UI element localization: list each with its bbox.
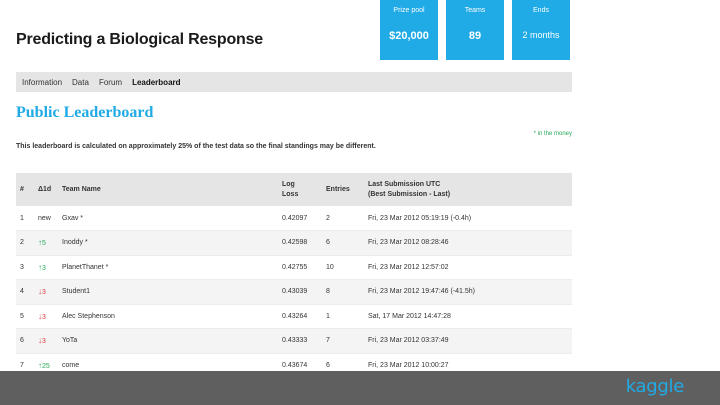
cell-log-loss: 0.42755	[278, 255, 322, 280]
col-log-loss-line1: Log	[282, 180, 295, 188]
cell-delta: ↓3	[34, 279, 58, 305]
table-row: 3 ↑3 PlanetThanet * 0.42755 10 Fri, 23 Mar 20…	[16, 255, 572, 280]
cell-delta: ↑3	[34, 255, 58, 280]
table-row: 1 new Gxav * 0.42097 2 Fri, 23 Mar 2012 05:19…	[16, 206, 572, 231]
delta-value: 3	[42, 289, 46, 297]
stat-label: Ends	[533, 7, 549, 14]
table-row: 6 ↓3 YoTa 0.43333 7 Fri, 23 Mar 2012 03:37:49	[16, 328, 572, 354]
stat-value: 2 months	[522, 30, 560, 40]
cell-team-name[interactable]: Gxav *	[58, 206, 278, 231]
stats-panel: Prize pool $20,000 Teams 89 Ends 2 month…	[380, 0, 570, 60]
cell-delta: ↓3	[34, 328, 58, 354]
col-team-name[interactable]: Team Name	[58, 173, 278, 206]
cell-rank: 5	[16, 304, 34, 329]
footer-bar: kaggle	[0, 371, 720, 405]
tab-data[interactable]: Data	[72, 78, 89, 87]
leaderboard-table: # Δ1d Team Name Log Loss Entries Last Su…	[16, 173, 572, 378]
cell-rank: 3	[16, 255, 34, 280]
delta-value: 3	[42, 338, 46, 346]
cell-last-submission: Fri, 23 Mar 2012 03:37:49	[364, 328, 572, 354]
cell-entries: 7	[322, 328, 364, 354]
cell-rank: 6	[16, 328, 34, 354]
tab-bar: Information Data Forum Leaderboard	[16, 72, 572, 92]
cell-entries: 2	[322, 206, 364, 231]
competition-title: Predicting a Biological Response	[16, 31, 263, 48]
table-row: 4 ↓3 Student1 0.43039 8 Fri, 23 Mar 2012 19:4…	[16, 279, 572, 305]
cell-last-submission: Fri, 23 Mar 2012 12:57:02	[364, 255, 572, 280]
delta-value: new	[38, 214, 51, 222]
stat-label: Prize pool	[393, 7, 425, 14]
cell-team-name[interactable]: Inoddy *	[58, 230, 278, 256]
table-header-row: # Δ1d Team Name Log Loss Entries Last Su…	[16, 173, 572, 206]
stat-ends: Ends 2 months	[512, 0, 570, 60]
cell-log-loss: 0.43039	[278, 279, 322, 305]
cell-rank: 1	[16, 206, 34, 231]
cell-entries: 8	[322, 279, 364, 305]
col-log-loss-line2: Loss	[282, 190, 299, 198]
table-row: 5 ↓3 Alec Stephenson 0.43264 1 Sat, 17 Mar 20…	[16, 304, 572, 329]
delta-value: 3	[42, 264, 46, 272]
col-delta[interactable]: Δ1d	[34, 173, 58, 206]
tab-forum[interactable]: Forum	[99, 78, 122, 87]
table-row: 2 ↑5 Inoddy * 0.42598 6 Fri, 23 Mar 2012 08:2…	[16, 230, 572, 256]
kaggle-logo[interactable]: kaggle	[626, 376, 685, 397]
cell-delta: ↓3	[34, 304, 58, 329]
cell-delta: ↑5	[34, 230, 58, 256]
stat-value: $20,000	[389, 30, 429, 42]
col-log-loss[interactable]: Log Loss	[278, 173, 322, 206]
col-last-submission-line1: Last Submission UTC	[368, 180, 441, 188]
cell-rank: 4	[16, 279, 34, 305]
delta-value: 5	[42, 240, 46, 248]
leaderboard-title: Public Leaderboard	[16, 104, 154, 121]
cell-entries: 6	[322, 230, 364, 256]
cell-log-loss: 0.42598	[278, 230, 322, 256]
stat-value: 89	[468, 30, 482, 42]
cell-last-submission: Sat, 17 Mar 2012 14:47:28	[364, 304, 572, 329]
stat-prize-pool: Prize pool $20,000	[380, 0, 438, 60]
cell-last-submission: Fri, 23 Mar 2012 08:28:46	[364, 230, 572, 256]
cell-log-loss: 0.43264	[278, 304, 322, 329]
tab-leaderboard[interactable]: Leaderboard	[132, 78, 180, 87]
in-the-money-note: * in the money	[533, 131, 572, 137]
leaderboard-notice: This leaderboard is calculated on approx…	[16, 143, 376, 150]
col-entries[interactable]: Entries	[322, 173, 364, 206]
col-last-submission-line2: (Best Submission - Last)	[368, 190, 451, 198]
stat-label: Teams	[464, 7, 486, 14]
cell-team-name[interactable]: Student1	[58, 279, 278, 305]
col-last-submission[interactable]: Last Submission UTC (Best Submission - L…	[364, 173, 572, 206]
delta-value: 3	[42, 313, 46, 321]
cell-delta: new	[34, 206, 58, 231]
delta-value: 25	[42, 362, 50, 370]
cell-last-submission: Fri, 23 Mar 2012 19:47:46 (-41.5h)	[364, 279, 572, 305]
tab-information[interactable]: Information	[22, 78, 62, 87]
cell-entries: 1	[322, 304, 364, 329]
col-rank[interactable]: #	[16, 173, 34, 206]
cell-last-submission: Fri, 23 Mar 2012 05:19:19 (-0.4h)	[364, 206, 572, 231]
cell-rank: 2	[16, 230, 34, 256]
cell-team-name[interactable]: PlanetThanet *	[58, 255, 278, 280]
stat-teams: Teams 89	[446, 0, 504, 60]
cell-log-loss: 0.43333	[278, 328, 322, 354]
cell-log-loss: 0.42097	[278, 206, 322, 231]
cell-team-name[interactable]: Alec Stephenson	[58, 304, 278, 329]
cell-team-name[interactable]: YoTa	[58, 328, 278, 354]
cell-entries: 10	[322, 255, 364, 280]
